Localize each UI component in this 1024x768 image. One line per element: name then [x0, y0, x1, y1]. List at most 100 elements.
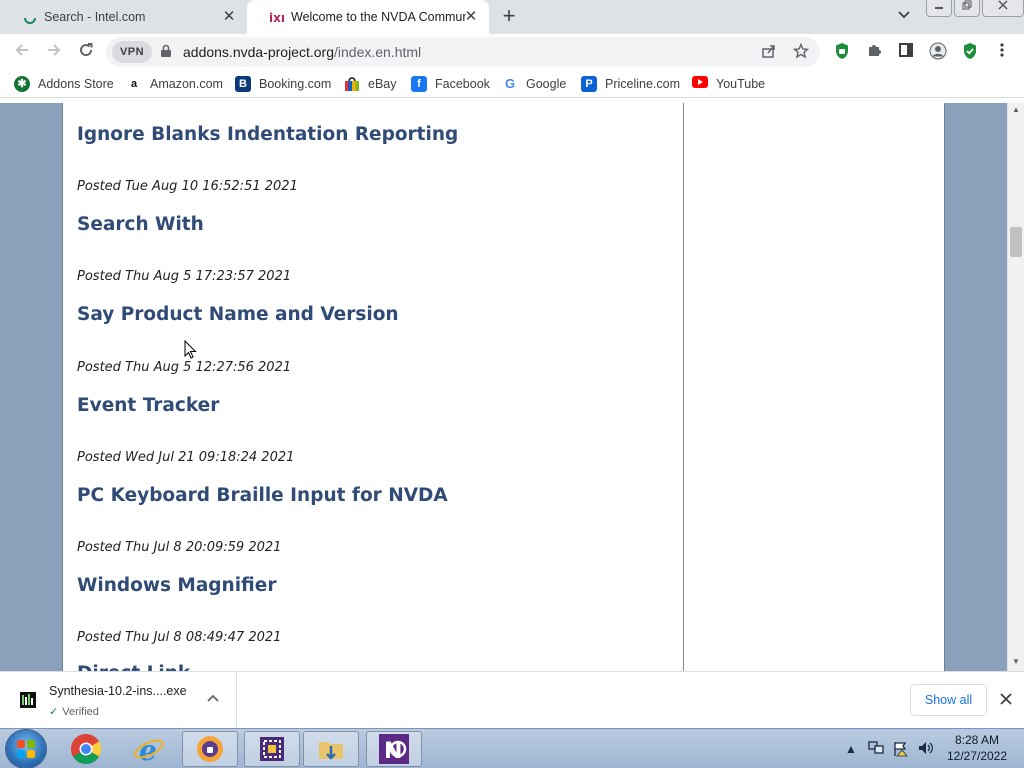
puzzle-extensions-icon[interactable]: [864, 42, 884, 62]
bookmark-label: YouTube: [716, 77, 766, 91]
bookmark-label: Facebook: [435, 77, 490, 91]
nvda-icon: N: [379, 734, 409, 764]
security-check-icon[interactable]: [960, 42, 980, 62]
tab-intel-search[interactable]: Search - Intel.com ✕: [0, 0, 247, 34]
folder-icon: [319, 742, 343, 760]
chrome-icon: [70, 734, 102, 765]
close-tab-icon[interactable]: ✕: [463, 9, 479, 25]
bookmark-label: eBay: [368, 77, 397, 91]
bookmark-addons-store[interactable]: ✱ Addons Store: [14, 75, 114, 93]
taskbar-snipping-tool[interactable]: [244, 731, 300, 767]
tab-search-chevron-icon[interactable]: [895, 8, 913, 26]
tab-nvda-addons[interactable]: ı̇xı Welcome to the NVDA Community Add-o…: [247, 0, 489, 34]
download-filename: Synthesia-10.2-ins....exe: [49, 684, 187, 698]
speaker-volume-icon[interactable]: [917, 741, 935, 757]
bookmark-priceline[interactable]: P Priceline.com: [581, 75, 680, 93]
system-tray: ▲: [842, 729, 942, 768]
restore-button[interactable]: [954, 0, 980, 17]
close-download-bar-icon[interactable]: [997, 690, 1015, 708]
post-title-link[interactable]: Say Product Name and Version: [77, 304, 399, 325]
action-center-flag-icon[interactable]: [892, 741, 910, 757]
bookmark-booking[interactable]: B Booking.com: [235, 75, 331, 93]
url-path: /index.en.html: [334, 44, 422, 60]
vertical-scrollbar[interactable]: ▲ ▼: [1007, 103, 1024, 671]
back-arrow-icon[interactable]: [12, 42, 32, 62]
clock-time: 8:28 AM: [954, 733, 1000, 747]
download-status-text: Verified: [62, 706, 99, 718]
vpn-badge[interactable]: VPN: [112, 41, 152, 63]
post-title-link[interactable]: PC Keyboard Braille Input for NVDA: [77, 485, 448, 506]
post-date: Posted Thu Aug 5 12:27:56 2021: [77, 360, 292, 375]
menu-kebab-icon[interactable]: [992, 42, 1012, 62]
bookmark-star-icon[interactable]: [792, 42, 810, 61]
post-title-link[interactable]: Direct Link: [77, 663, 190, 671]
url-host: addons.nvda-project.org: [183, 44, 334, 60]
windows-logo-icon: [17, 740, 35, 758]
post-title-link[interactable]: Event Tracker: [77, 395, 219, 416]
taskbar-chrome[interactable]: [58, 731, 114, 767]
internet-explorer-icon: e: [134, 734, 164, 765]
network-icon[interactable]: [867, 741, 885, 757]
system-clock[interactable]: 8:28 AM 12/27/2022: [937, 732, 1017, 764]
profile-avatar-icon[interactable]: [928, 42, 948, 62]
bookmark-google[interactable]: G Google: [502, 75, 566, 93]
facebook-icon: f: [411, 76, 427, 92]
taskbar-nvda[interactable]: N: [366, 731, 422, 767]
post-title-link[interactable]: Ignore Blanks Indentation Reporting: [77, 124, 458, 145]
url-text: addons.nvda-project.org/index.en.html: [183, 44, 421, 60]
scroll-down-arrow-icon[interactable]: ▼: [1008, 655, 1024, 669]
post-title-link[interactable]: Search With: [77, 214, 204, 235]
taskbar-internet-explorer[interactable]: e: [121, 731, 177, 767]
bookmark-label: Amazon.com: [150, 77, 223, 91]
download-status: ✓ Verified: [49, 705, 99, 718]
bookmark-label: Priceline.com: [605, 77, 681, 91]
bookmark-ebay[interactable]: eBay: [344, 75, 397, 93]
page-viewport: Ignore Blanks Indentation Reporting Post…: [0, 103, 1007, 671]
post-date: Posted Wed Jul 21 09:18:24 2021: [77, 450, 295, 465]
reload-icon[interactable]: [76, 42, 96, 62]
booking-icon: B: [235, 76, 251, 92]
scrollbar-thumb[interactable]: [1010, 227, 1022, 257]
bookmark-label: Google: [526, 77, 567, 91]
snipping-tool-icon: [260, 737, 284, 761]
share-icon[interactable]: [760, 43, 778, 61]
bookmark-amazon[interactable]: a Amazon.com: [126, 75, 223, 93]
forward-arrow-icon[interactable]: [44, 42, 64, 62]
window-controls: [924, 0, 1024, 18]
bookmark-label: Booking.com: [259, 77, 332, 91]
bookmark-facebook[interactable]: f Facebook: [411, 75, 490, 93]
download-item[interactable]: Synthesia-10.2-ins....exe ✓ Verified: [0, 672, 237, 728]
nvda-site-icon: ı̇xı: [269, 9, 285, 25]
close-window-button[interactable]: [982, 0, 1024, 17]
posts-column: Ignore Blanks Indentation Reporting Post…: [62, 103, 684, 671]
taskbar-vpn-app[interactable]: [182, 731, 238, 767]
chevron-up-icon[interactable]: [204, 690, 222, 708]
taskbar-file-explorer[interactable]: [303, 731, 359, 767]
right-sidebar: [683, 103, 945, 671]
post-date: Posted Tue Aug 10 16:52:51 2021: [77, 179, 298, 194]
tab-title: Search - Intel.com: [44, 10, 146, 24]
scroll-up-arrow-icon[interactable]: ▲: [1008, 103, 1024, 117]
lock-icon[interactable]: [160, 44, 174, 60]
show-hidden-icons-icon[interactable]: ▲: [842, 741, 860, 757]
synthesia-file-icon: [20, 692, 36, 708]
priceline-icon: P: [581, 76, 597, 92]
minimize-button[interactable]: [926, 0, 952, 17]
addons-store-icon: ✱: [14, 76, 30, 92]
close-tab-icon[interactable]: ✕: [221, 9, 237, 25]
svg-text:ı̇xı: ı̇xı: [269, 11, 285, 24]
new-tab-button[interactable]: +: [498, 5, 520, 27]
bookmark-youtube[interactable]: YouTube: [692, 75, 765, 93]
post-date: Posted Thu Jul 8 20:09:59 2021: [77, 540, 282, 555]
amazon-icon: a: [130, 78, 138, 90]
start-button[interactable]: [6, 730, 46, 768]
google-icon: G: [504, 76, 516, 91]
post-title-link[interactable]: Windows Magnifier: [77, 575, 276, 596]
checkmark-icon: ✓: [49, 706, 59, 718]
bookmarks-bar: ✱ Addons Store a Amazon.com B Booking.co…: [0, 70, 1024, 98]
address-bar[interactable]: VPN addons.nvda-project.org/index.en.htm…: [106, 37, 820, 67]
shield-extension-icon[interactable]: [832, 42, 852, 62]
side-panel-icon[interactable]: [896, 42, 916, 62]
show-all-button[interactable]: Show all: [910, 684, 987, 716]
loading-spinner-icon: [22, 9, 38, 25]
